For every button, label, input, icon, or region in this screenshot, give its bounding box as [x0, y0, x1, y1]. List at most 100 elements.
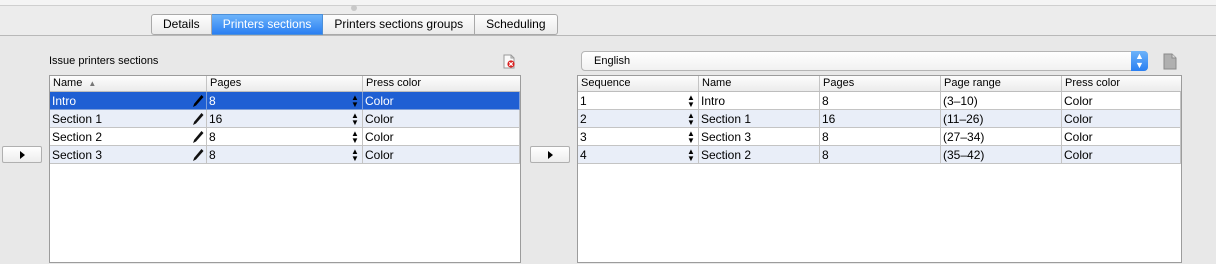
cell-name[interactable]: Section 1	[699, 110, 820, 128]
column-header-name[interactable]: Name	[699, 76, 820, 91]
delete-document-icon[interactable]	[502, 54, 516, 69]
cell-name[interactable]: Section 1	[50, 110, 207, 128]
stepper-arrows-icon[interactable]: ▲ ▼	[351, 92, 359, 109]
cell-name[interactable]: Section 2	[699, 146, 820, 164]
move-right-button[interactable]	[530, 146, 570, 163]
issue-sections-table[interactable]: Name ▲ Pages Press color Intro 8 ▲ ▼ Color Sec…	[49, 75, 521, 263]
cell-page-range[interactable]: (35–42)	[941, 146, 1062, 164]
cell-page-range-text: (3–10)	[943, 94, 978, 108]
cell-pages[interactable]: 8 ▲ ▼	[207, 128, 363, 146]
cell-sequence-text: 1	[580, 94, 587, 108]
cell-pages[interactable]: 8 ▲ ▼	[207, 146, 363, 164]
cell-pages[interactable]: 8	[820, 146, 941, 164]
language-select-value: English	[594, 55, 631, 67]
table-row[interactable]: 3 ▲ ▼ Section 3 8 (27–34) Color	[578, 128, 1181, 146]
column-header-name[interactable]: Name ▲	[50, 76, 207, 91]
column-header-press-color[interactable]: Press color	[1062, 76, 1181, 91]
cell-press-color[interactable]: Color	[1062, 128, 1181, 146]
language-select[interactable]: English ▲ ▼	[581, 51, 1148, 71]
cell-sequence[interactable]: 1 ▲ ▼	[578, 92, 699, 110]
cell-page-range[interactable]: (3–10)	[941, 92, 1062, 110]
stepper-arrows-icon[interactable]: ▲ ▼	[687, 146, 695, 163]
select-arrows-icon: ▲ ▼	[1131, 51, 1148, 71]
cell-press-color[interactable]: Color	[363, 92, 520, 110]
tab-printers-sections-groups[interactable]: Printers sections groups	[323, 14, 476, 35]
table-row[interactable]: 2 ▲ ▼ Section 1 16 (11–26) Color	[578, 110, 1181, 128]
stepper-arrows-icon[interactable]: ▲ ▼	[687, 128, 695, 145]
table-header: Name ▲ Pages Press color	[50, 76, 520, 92]
cell-pages[interactable]: 16	[820, 110, 941, 128]
cell-press-color[interactable]: Color	[1062, 92, 1181, 110]
cell-sequence[interactable]: 4 ▲ ▼	[578, 146, 699, 164]
sort-ascending-icon: ▲	[88, 79, 97, 88]
pencil-icon[interactable]	[192, 130, 204, 144]
cell-name-text: Section 2	[52, 130, 103, 144]
cell-press-color[interactable]: Color	[363, 110, 520, 128]
cell-name[interactable]: Section 3	[50, 146, 207, 164]
tab-bar: Details Printers sections Printers secti…	[151, 14, 558, 35]
cell-pages[interactable]: 16 ▲ ▼	[207, 110, 363, 128]
tab-scheduling[interactable]: Scheduling	[475, 14, 558, 35]
cell-press-color-text: Color	[1064, 94, 1093, 108]
table-row[interactable]: Intro 8 ▲ ▼ Color	[50, 92, 520, 110]
column-header-page-range[interactable]: Page range	[941, 76, 1062, 91]
stepper-arrows-icon[interactable]: ▲ ▼	[351, 146, 359, 163]
cell-press-color-text: Color	[1064, 148, 1093, 162]
cell-name[interactable]: Intro	[50, 92, 207, 110]
stepper-arrows-icon[interactable]: ▲ ▼	[687, 92, 695, 109]
tab-details[interactable]: Details	[151, 14, 212, 35]
cell-press-color-text: Color	[1064, 112, 1093, 126]
cell-sequence[interactable]: 2 ▲ ▼	[578, 110, 699, 128]
table-header: Sequence Name Pages Page range Press col…	[578, 76, 1181, 92]
cell-name-text: Intro	[52, 94, 77, 108]
cell-name-text: Intro	[701, 94, 726, 108]
cell-pages[interactable]: 8	[820, 128, 941, 146]
cell-press-color[interactable]: Color	[1062, 146, 1181, 164]
cell-press-color[interactable]: Color	[1062, 110, 1181, 128]
move-left-button[interactable]	[2, 146, 42, 163]
stepper-arrows-icon[interactable]: ▲ ▼	[351, 110, 359, 127]
cell-pages[interactable]: 8	[820, 92, 941, 110]
cell-sequence[interactable]: 3 ▲ ▼	[578, 128, 699, 146]
cell-name-text: Section 3	[701, 130, 752, 144]
cell-press-color-text: Color	[365, 94, 394, 108]
cell-pages[interactable]: 8 ▲ ▼	[207, 92, 363, 110]
table-row[interactable]: 4 ▲ ▼ Section 2 8 (35–42) Color	[578, 146, 1181, 164]
play-arrow-icon	[548, 151, 553, 159]
cell-name-text: Section 1	[52, 112, 103, 126]
pencil-icon[interactable]	[192, 148, 204, 162]
cell-pages-text: 8	[822, 130, 829, 144]
cell-page-range-text: (27–34)	[943, 130, 985, 144]
column-header-press-color[interactable]: Press color	[363, 76, 520, 91]
document-icon[interactable]	[1163, 53, 1177, 70]
cell-page-range[interactable]: (27–34)	[941, 128, 1062, 146]
printers-sections-table[interactable]: Sequence Name Pages Page range Press col…	[577, 75, 1182, 263]
cell-sequence-text: 2	[580, 112, 587, 126]
cell-pages-text: 16	[209, 112, 223, 126]
cell-sequence-text: 4	[580, 148, 587, 162]
issue-printers-sections-title: Issue printers sections	[49, 55, 159, 67]
table-row[interactable]: Section 2 8 ▲ ▼ Color	[50, 128, 520, 146]
cell-press-color[interactable]: Color	[363, 146, 520, 164]
column-header-pages[interactable]: Pages	[820, 76, 941, 91]
table-row[interactable]: Section 3 8 ▲ ▼ Color	[50, 146, 520, 164]
tab-printers-sections[interactable]: Printers sections	[211, 14, 324, 35]
stepper-arrows-icon[interactable]: ▲ ▼	[687, 110, 695, 127]
cell-pages-text: 8	[209, 148, 216, 162]
cell-name[interactable]: Section 3	[699, 128, 820, 146]
cell-name-text: Section 2	[701, 148, 752, 162]
table-row[interactable]: Section 1 16 ▲ ▼ Color	[50, 110, 520, 128]
column-header-sequence[interactable]: Sequence	[578, 76, 699, 91]
cell-press-color-text: Color	[365, 148, 394, 162]
resize-handle[interactable]	[351, 5, 357, 11]
cell-name[interactable]: Intro	[699, 92, 820, 110]
stepper-arrows-icon[interactable]: ▲ ▼	[351, 128, 359, 145]
cell-press-color[interactable]: Color	[363, 128, 520, 146]
column-header-pages[interactable]: Pages	[207, 76, 363, 91]
cell-name-text: Section 3	[52, 148, 103, 162]
pencil-icon[interactable]	[192, 112, 204, 126]
table-row[interactable]: 1 ▲ ▼ Intro 8 (3–10) Color	[578, 92, 1181, 110]
pencil-icon[interactable]	[192, 94, 204, 108]
cell-name[interactable]: Section 2	[50, 128, 207, 146]
cell-page-range[interactable]: (11–26)	[941, 110, 1062, 128]
